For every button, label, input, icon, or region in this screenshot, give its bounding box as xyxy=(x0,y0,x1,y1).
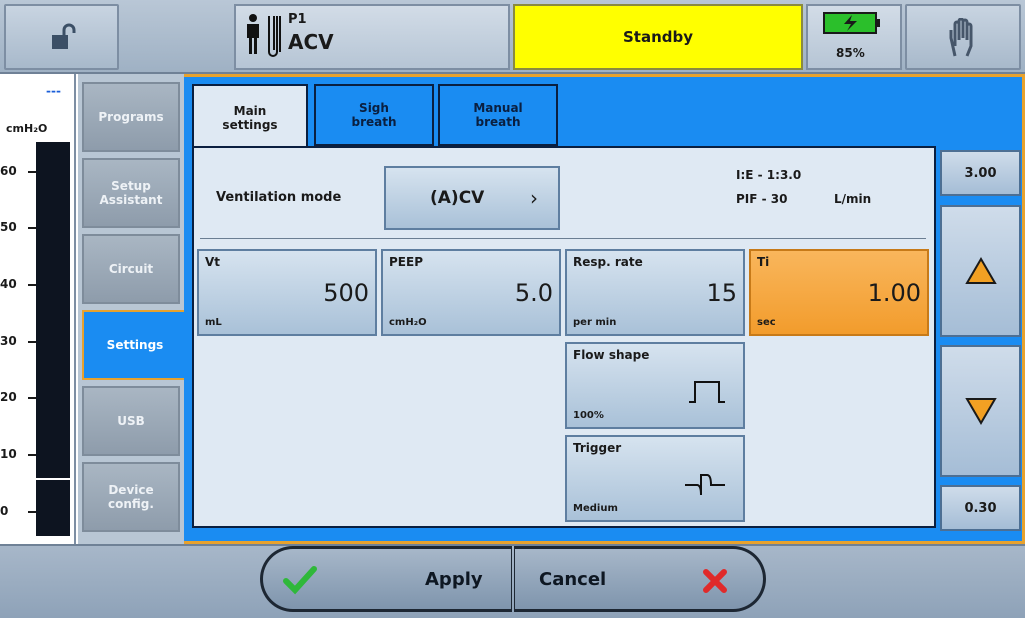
gauge-tick: 20 xyxy=(0,390,40,404)
param-vt[interactable]: Vt 500 mL xyxy=(197,249,377,336)
triangle-down-icon xyxy=(964,398,997,425)
checkmark-icon xyxy=(283,566,317,595)
lock-button[interactable] xyxy=(4,4,119,70)
gauge-tick: 10 xyxy=(0,447,40,461)
menu-item-circuit[interactable]: Circuit xyxy=(82,234,180,304)
param-ti[interactable]: Ti 1.00 sec xyxy=(749,249,929,336)
cancel-button[interactable]: Cancel xyxy=(514,546,766,612)
hand-stop-icon xyxy=(949,18,973,57)
param-flow-shape[interactable]: Flow shape 100% xyxy=(565,342,745,429)
bottom-bar xyxy=(0,544,1025,618)
increase-button[interactable] xyxy=(940,205,1021,337)
square-flow-icon xyxy=(689,381,725,403)
side-menu: Programs Setup Assistant Circuit Setting… xyxy=(78,74,186,544)
patient-info: P1 ACV xyxy=(234,4,510,70)
max-limit-value: 3.00 xyxy=(940,150,1021,196)
menu-item-programs[interactable]: Programs xyxy=(82,82,180,152)
menu-item-settings[interactable]: Settings xyxy=(82,310,186,380)
gauge-tick: 50 xyxy=(0,220,40,234)
ventilation-mode-title: Ventilation mode xyxy=(216,190,342,205)
apply-button[interactable]: Apply xyxy=(260,546,512,612)
min-limit-value: 0.30 xyxy=(940,485,1021,531)
status-text: Standby xyxy=(622,28,694,46)
status-indicator: Standby xyxy=(513,4,803,70)
tab-main-settings[interactable]: Main settings xyxy=(192,84,308,150)
ventilation-mode-label: ACV xyxy=(288,30,334,54)
ie-ratio: I:E - 1:3.0 xyxy=(736,168,802,182)
pif-unit: L/min xyxy=(834,192,872,206)
gauge-tick: 60 xyxy=(0,164,40,178)
pressure-bar xyxy=(36,142,70,536)
divider xyxy=(200,238,926,239)
gauge-tick: 40 xyxy=(0,277,40,291)
patient-id: P1 xyxy=(288,12,307,27)
param-resp-rate[interactable]: Resp. rate 15 per min xyxy=(565,249,745,336)
gauge-unit: cmH₂O xyxy=(6,122,48,135)
triangle-up-icon xyxy=(964,257,997,284)
menu-item-setup-assistant[interactable]: Setup Assistant xyxy=(82,158,180,228)
peep-marker xyxy=(36,478,70,480)
param-peep[interactable]: PEEP 5.0 cmH₂O xyxy=(381,249,561,336)
battery-charging-icon xyxy=(823,12,880,34)
gauge-value: --- xyxy=(46,84,61,98)
gauge-tick: 0 xyxy=(0,504,40,518)
param-trigger[interactable]: Trigger Medium xyxy=(565,435,745,522)
pif-value: PIF - 30 xyxy=(736,192,788,206)
trigger-waveform-icon xyxy=(685,474,725,496)
decrease-button[interactable] xyxy=(940,345,1021,477)
ventilation-mode-button[interactable]: (A)CV › xyxy=(384,166,560,230)
ventilation-mode-value: (A)CV xyxy=(430,188,485,208)
chevron-right-icon: › xyxy=(530,186,538,210)
gauge-tick: 30 xyxy=(0,334,40,348)
tab-manual-breath[interactable]: Manual breath xyxy=(438,84,558,146)
tab-sigh-breath[interactable]: Sigh breath xyxy=(314,84,434,146)
alarm-silence-button[interactable] xyxy=(905,4,1021,70)
close-icon xyxy=(703,569,727,593)
unlock-icon xyxy=(52,23,76,49)
menu-item-device-config[interactable]: Device config. xyxy=(82,462,180,532)
adult-patient-icon xyxy=(247,14,281,57)
battery-percent: 85% xyxy=(836,46,865,60)
battery-indicator: 85% xyxy=(806,4,902,70)
menu-item-usb[interactable]: USB xyxy=(82,386,180,456)
main-settings-content: Ventilation mode (A)CV › I:E - 1:3.0 PIF… xyxy=(192,146,936,528)
